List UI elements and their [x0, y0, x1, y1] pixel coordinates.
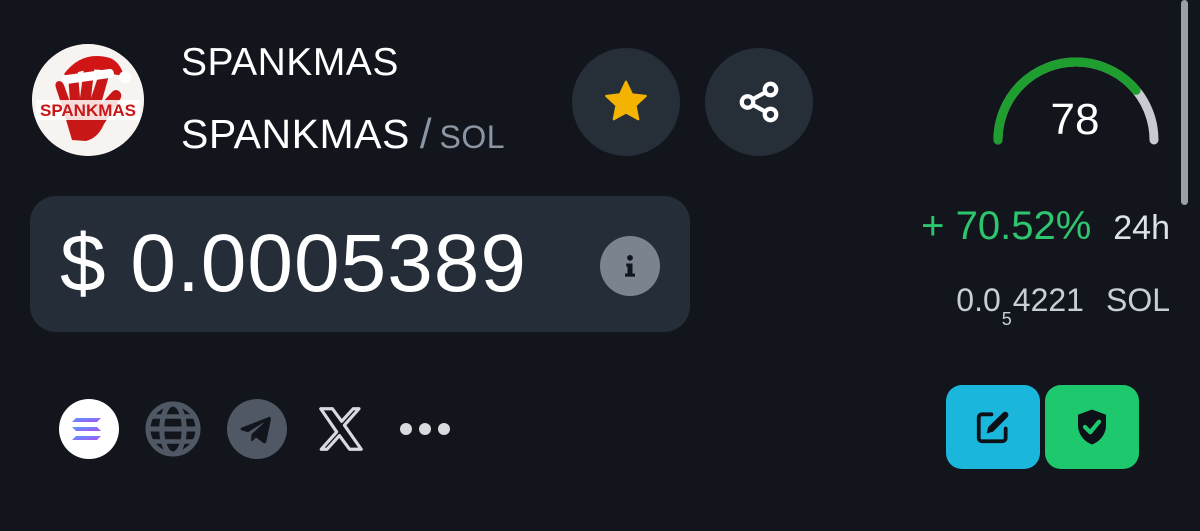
- favorite-button[interactable]: [572, 48, 680, 156]
- scrollbar[interactable]: [1181, 0, 1188, 205]
- score-value: 78: [1050, 95, 1100, 144]
- x-twitter-icon[interactable]: [310, 398, 372, 460]
- star-icon: [605, 80, 647, 121]
- website-globe-icon[interactable]: [142, 398, 204, 460]
- price-change-period: 24h: [1113, 209, 1170, 247]
- logo-wordmark: SPANKMAS: [40, 101, 136, 120]
- shield-check-icon: [1078, 409, 1106, 445]
- telegram-icon[interactable]: [226, 398, 288, 460]
- pair-quote-symbol: SOL: [439, 119, 506, 155]
- share-icon: [739, 81, 779, 123]
- more-dots-icon[interactable]: [394, 398, 456, 460]
- solana-icon[interactable]: [58, 398, 120, 460]
- price-change-percent: + 70.52%: [921, 204, 1092, 248]
- native-price-zero-count: 5: [1001, 309, 1012, 329]
- token-logo: SPANKMAS: [32, 44, 144, 156]
- price-change-row: + 70.52% 24h: [921, 204, 1170, 249]
- token-name: SPANKMAS: [181, 41, 399, 84]
- native-price-row: 0.054221 SOL: [956, 282, 1170, 330]
- edit-icon: [976, 411, 1009, 444]
- info-icon[interactable]: [600, 236, 660, 296]
- edit-button[interactable]: [946, 385, 1040, 469]
- usd-price: $ 0.0005389: [60, 218, 528, 309]
- native-price: 0.054221: [956, 282, 1084, 330]
- native-price-unit: SOL: [1105, 282, 1170, 318]
- pair-base-symbol: SPANKMAS: [181, 111, 410, 157]
- share-button[interactable]: [705, 48, 813, 156]
- native-price-digits: 4221: [1012, 282, 1084, 318]
- pair-separator: /: [419, 110, 432, 157]
- native-price-prefix: 0.0: [956, 282, 1001, 318]
- audit-button[interactable]: [1045, 385, 1139, 469]
- trading-pair: SPANKMAS / SOL: [181, 110, 505, 158]
- social-links: [58, 398, 456, 460]
- info-glyph-icon: [625, 255, 635, 277]
